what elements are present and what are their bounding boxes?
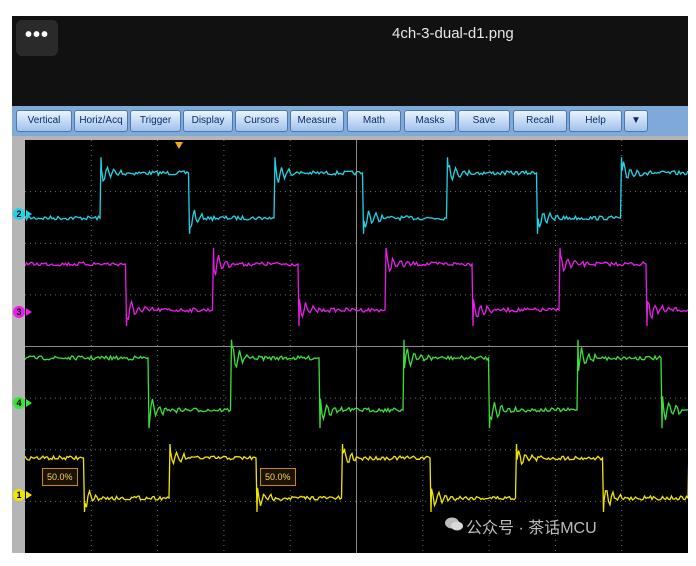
- menu-recall-button[interactable]: Recall: [513, 110, 567, 132]
- trigger-position-icon: [175, 142, 183, 149]
- channel-4-marker[interactable]: 4: [13, 397, 25, 409]
- channel-4-arrow-icon: [26, 399, 32, 407]
- menu-horiz-acq-button[interactable]: Horiz/Acq: [74, 110, 128, 132]
- window-title: 4ch-3-dual-d1.png: [392, 25, 514, 42]
- menu-trigger-button[interactable]: Trigger: [130, 110, 181, 132]
- menu-help-button[interactable]: Help: [569, 110, 622, 132]
- menu-vertical-button[interactable]: Vertical: [16, 110, 72, 132]
- menu-measure-button[interactable]: Measure: [290, 110, 344, 132]
- menu-cursors-button[interactable]: Cursors: [235, 110, 288, 132]
- waveform-canvas: [25, 140, 688, 553]
- menu-display-button[interactable]: Display: [183, 110, 233, 132]
- waveform-display[interactable]: [25, 140, 688, 553]
- channel-1-arrow-icon: [26, 491, 32, 499]
- menu-save-button[interactable]: Save: [458, 110, 510, 132]
- trigger-level-label: 50.0%: [260, 468, 296, 486]
- channel-2-marker[interactable]: 2: [13, 208, 25, 220]
- scope-menu-bar: Vertical Horiz/Acq Trigger Display Curso…: [12, 106, 688, 136]
- scope-display-frame: [12, 136, 688, 553]
- menu-masks-button[interactable]: Masks: [404, 110, 456, 132]
- menu-dropdown-icon[interactable]: ▼: [624, 110, 648, 132]
- watermark-text: 公众号 · 茶话MCU: [466, 520, 597, 537]
- trigger-level-label: 50.0%: [42, 468, 78, 486]
- app-window: ••• 4ch-3-dual-d1.png Vertical Horiz/Acq…: [12, 16, 688, 553]
- channel-2-arrow-icon: [26, 210, 32, 218]
- channel-1-marker[interactable]: 1: [13, 489, 25, 501]
- channel-3-marker[interactable]: 3: [13, 306, 25, 318]
- wechat-icon: [445, 517, 463, 531]
- title-bar: ••• 4ch-3-dual-d1.png: [12, 16, 688, 106]
- channel-3-arrow-icon: [26, 308, 32, 316]
- menu-math-button[interactable]: Math: [347, 110, 401, 132]
- more-dots-icon[interactable]: •••: [16, 20, 58, 56]
